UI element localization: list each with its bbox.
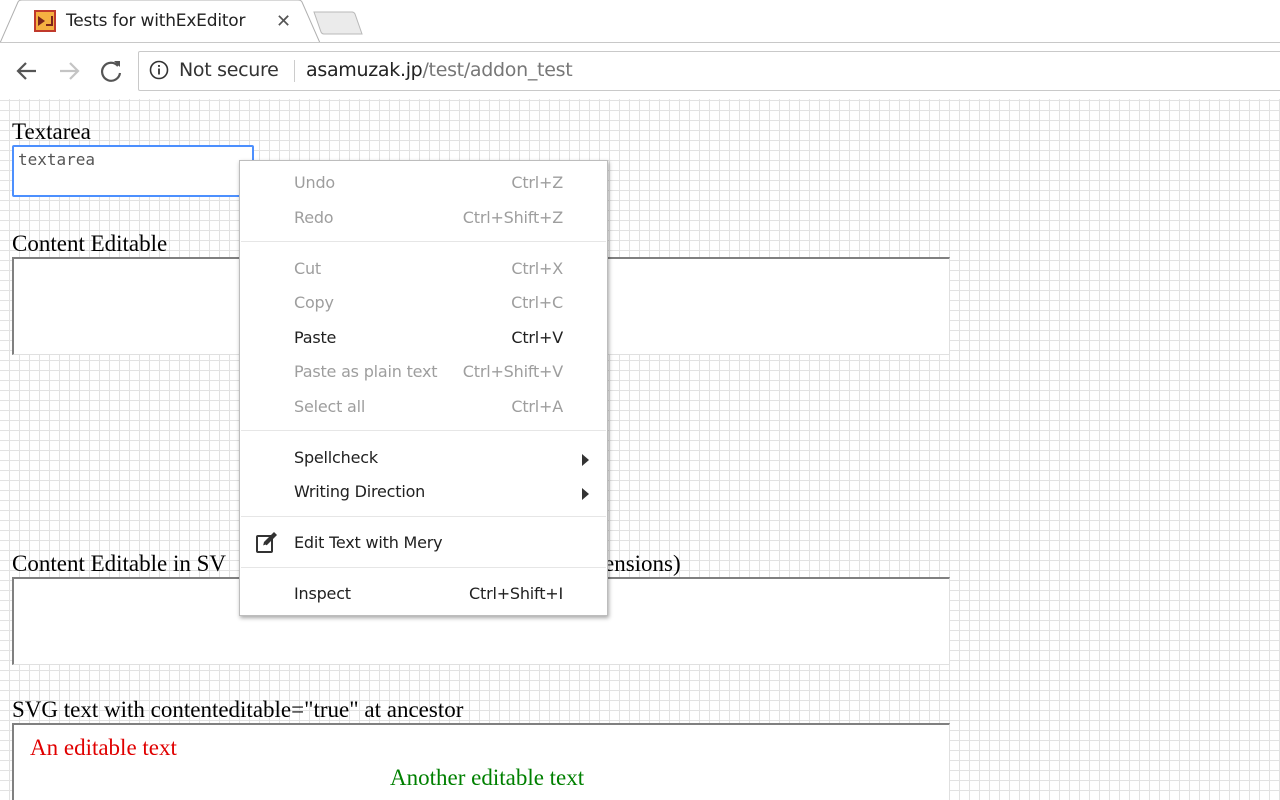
svg-text-box[interactable]: An editable text Another editable text — [12, 723, 950, 800]
menu-label: Spellcheck — [294, 448, 378, 467]
url-text[interactable]: asamuzak.jp/test/addon_test — [306, 59, 573, 81]
menu-shortcut: Ctrl+Shift+Z — [462, 208, 563, 227]
not-secure-label[interactable]: Not secure — [179, 59, 279, 81]
submenu-arrow-icon — [582, 454, 589, 466]
menu-shortcut: Ctrl+V — [511, 328, 563, 347]
menu-separator — [241, 567, 606, 568]
context-menu: Undo Ctrl+Z Redo Ctrl+Shift+Z Cut Ctrl+X… — [239, 160, 608, 616]
textarea-value: textarea — [18, 150, 96, 169]
omnibox-separator — [294, 60, 295, 82]
address-bar[interactable]: Not secure asamuzak.jp/test/addon_test — [138, 51, 1280, 91]
menu-item-paste[interactable]: Paste Ctrl+V — [240, 324, 607, 354]
menu-shortcut: Ctrl+Shift+V — [462, 362, 563, 381]
tab-title: Tests for withExEditor — [66, 11, 246, 31]
menu-label: Paste as plain text — [294, 362, 438, 381]
menu-separator — [241, 516, 606, 517]
svg-content-editable-heading-left: Content Editable in SV — [12, 551, 227, 576]
withexeditor-favicon-icon — [34, 10, 56, 32]
menu-item-copy[interactable]: Copy Ctrl+C — [240, 289, 607, 319]
back-arrow-icon[interactable] — [13, 57, 41, 85]
edit-pencil-icon — [256, 532, 277, 553]
menu-label: Paste — [294, 328, 337, 347]
menu-label: Undo — [294, 173, 335, 192]
menu-label: Copy — [294, 293, 334, 312]
menu-item-select-all[interactable]: Select all Ctrl+A — [240, 393, 607, 423]
menu-item-undo[interactable]: Undo Ctrl+Z — [240, 169, 607, 199]
url-host: asamuzak.jp — [306, 59, 423, 81]
menu-item-spellcheck[interactable]: Spellcheck — [240, 444, 607, 474]
svg-editable-text-2[interactable]: Another editable text — [390, 765, 584, 791]
menu-shortcut: Ctrl+X — [511, 259, 563, 278]
menu-label: Edit Text with Mery — [294, 533, 443, 552]
menu-separator — [241, 241, 606, 242]
menu-shortcut: Ctrl+Z — [511, 173, 563, 192]
menu-label: Select all — [294, 397, 366, 416]
menu-item-edit-text-with-mery[interactable]: Edit Text with Mery — [240, 529, 607, 559]
menu-label: Writing Direction — [294, 482, 426, 501]
menu-label: Cut — [294, 259, 321, 278]
menu-item-redo[interactable]: Redo Ctrl+Shift+Z — [240, 204, 607, 234]
menu-shortcut: Ctrl+Shift+I — [469, 584, 563, 603]
svg-editable-text-1[interactable]: An editable text — [30, 735, 177, 761]
menu-item-cut[interactable]: Cut Ctrl+X — [240, 255, 607, 285]
textarea-input[interactable]: textarea — [12, 145, 254, 197]
new-tab-button[interactable] — [312, 11, 364, 35]
tab-strip: Tests for withExEditor ✕ — [0, 0, 1280, 43]
svg-content-editable-heading-right: ensions) — [604, 551, 681, 576]
submenu-arrow-icon — [582, 488, 589, 500]
menu-label: Inspect — [294, 584, 351, 603]
url-path: /test/addon_test — [422, 59, 573, 81]
browser-toolbar: Not secure asamuzak.jp/test/addon_test — [0, 42, 1280, 100]
content-editable-heading: Content Editable — [12, 231, 168, 256]
page-content: Textarea textarea Content Editable Conte… — [0, 99, 1280, 800]
close-tab-icon[interactable]: ✕ — [276, 10, 291, 32]
forward-arrow-icon[interactable] — [55, 57, 83, 85]
active-tab[interactable]: Tests for withExEditor ✕ — [0, 0, 321, 43]
svg-text-heading: SVG text with contenteditable="true" at … — [12, 697, 464, 722]
menu-item-paste-plain-text[interactable]: Paste as plain text Ctrl+Shift+V — [240, 358, 607, 388]
menu-item-writing-direction[interactable]: Writing Direction — [240, 478, 607, 508]
menu-shortcut: Ctrl+C — [511, 293, 563, 312]
reload-icon[interactable] — [97, 57, 125, 85]
menu-separator — [241, 430, 606, 431]
menu-item-inspect[interactable]: Inspect Ctrl+Shift+I — [240, 580, 607, 610]
menu-shortcut: Ctrl+A — [511, 397, 563, 416]
menu-label: Redo — [294, 208, 334, 227]
info-icon[interactable] — [149, 60, 169, 80]
textarea-heading: Textarea — [12, 119, 91, 144]
